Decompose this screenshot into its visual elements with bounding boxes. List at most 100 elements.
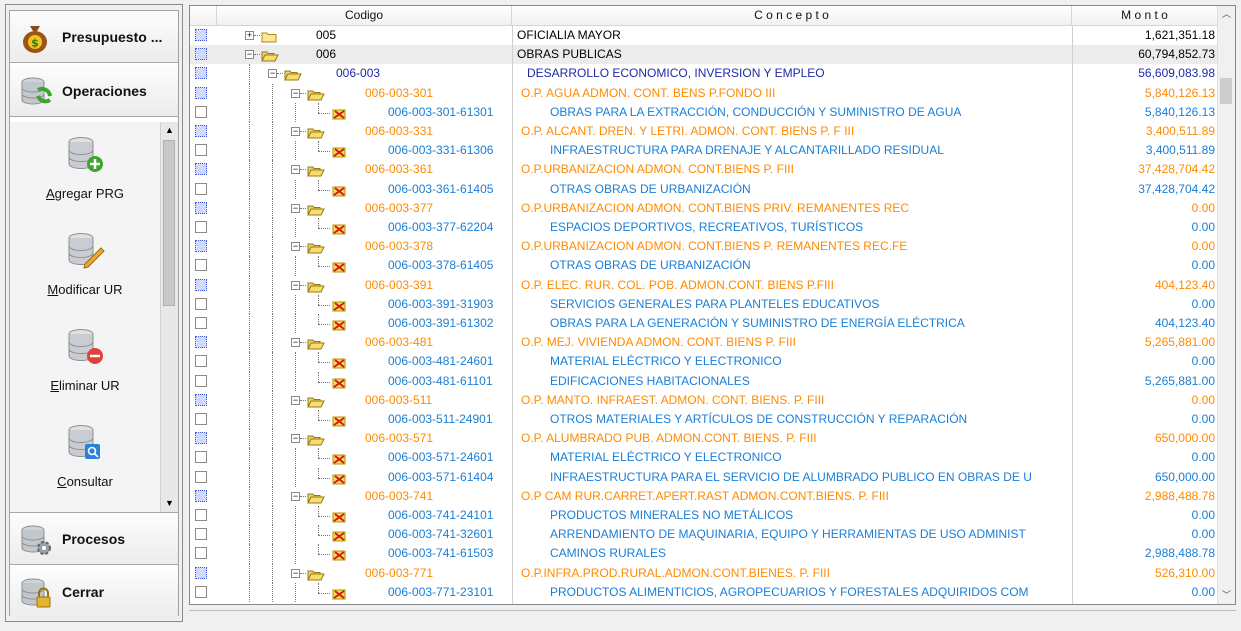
row-checkbox[interactable]	[195, 509, 207, 521]
table-row[interactable]: − 006-003-377 O.P.URBANIZACION ADMON. CONT…	[190, 198, 1220, 218]
header-codigo[interactable]: Codigo	[217, 6, 512, 25]
nav-button-operaciones[interactable]: Operaciones	[10, 65, 178, 117]
table-row[interactable]: 006-003-741-24101 PRODUCTOS MINERALES NO …	[190, 506, 1220, 526]
agregar-prg-button[interactable]: Agregar PRG	[10, 128, 160, 224]
tree-line	[272, 333, 273, 353]
database-refresh-icon	[21, 77, 52, 104]
table-row[interactable]: 006-003-481-61101 EDIFICACIONES HABITACIO…	[190, 371, 1220, 391]
collapse-minus-icon[interactable]: −	[291, 165, 300, 175]
row-checkbox[interactable]	[195, 547, 207, 560]
row-checkbox[interactable]	[195, 432, 207, 445]
row-checkbox[interactable]	[195, 67, 207, 80]
table-row[interactable]: − 006 OBRAS PUBLICAS 60,794,852.73	[190, 45, 1220, 65]
row-checkbox[interactable]	[195, 374, 207, 387]
table-row[interactable]: 006-003-377-62204 ESPACIOS DEPORTIVOS, RE…	[190, 218, 1220, 238]
collapse-minus-icon[interactable]: −	[291, 280, 300, 290]
row-checkbox[interactable]	[195, 86, 207, 99]
tree-line	[272, 122, 273, 142]
collapse-minus-icon[interactable]: −	[291, 568, 300, 578]
table-row[interactable]: 006-003-741-61503 CAMINOS RURALES 2,988,48…	[190, 544, 1220, 564]
collapse-minus-icon[interactable]: −	[291, 242, 300, 252]
row-checkbox[interactable]	[195, 489, 207, 502]
collapse-minus-icon[interactable]: −	[291, 203, 300, 213]
row-checkbox[interactable]	[195, 182, 207, 195]
collapse-minus-icon[interactable]: −	[245, 50, 254, 60]
row-checkbox[interactable]	[195, 201, 207, 214]
row-checkbox[interactable]	[195, 297, 207, 310]
collapse-minus-icon[interactable]: −	[291, 88, 300, 98]
row-monto: 3,400,511.89	[1145, 124, 1215, 138]
grid-scroll-thumb[interactable]	[1220, 78, 1232, 104]
tree-line	[318, 477, 330, 479]
nav-button-procesos[interactable]: Procesos	[10, 513, 178, 565]
row-checkbox[interactable]	[195, 451, 207, 464]
table-row[interactable]: 006-003-481-24601 MATERIAL ELÉCTRICO Y EL…	[190, 352, 1220, 372]
nav-button-cerrar[interactable]: Cerrar	[10, 566, 178, 618]
table-row[interactable]: 006-003-511-24901 OTROS MATERIALES Y ARTÍ…	[190, 410, 1220, 430]
row-concepto: O.P CAM RUR.CARRET.APERT.RAST ADMON.CONT…	[521, 488, 889, 503]
row-checkbox[interactable]	[195, 240, 207, 253]
table-row[interactable]: 006-003-301-61301 OBRAS PARA LA EXTRACCIÓ…	[190, 102, 1220, 122]
grid-vertical-scrollbar[interactable]: ︿ ﹀	[1217, 6, 1235, 604]
collapse-minus-icon[interactable]: −	[291, 395, 300, 405]
table-row[interactable]: 006-003-571-61404 INFRAESTRUCTURA PARA EL…	[190, 467, 1220, 487]
row-checkbox[interactable]	[195, 585, 207, 598]
table-row[interactable]: − 006-003-361 O.P.URBANIZACION ADMON. CONT…	[190, 160, 1220, 180]
table-row[interactable]: − 006-003-378 O.P.URBANIZACION ADMON. CONT…	[190, 237, 1220, 257]
row-checkbox[interactable]	[195, 470, 207, 483]
table-row[interactable]: − 006-003-301 O.P. AGUA ADMON. CONT. BENS …	[190, 83, 1220, 103]
row-checkbox[interactable]	[195, 413, 207, 425]
table-row[interactable]: 006-003-741-32601 ARRENDAMIENTO DE MAQUIN…	[190, 525, 1220, 545]
row-checkbox[interactable]	[195, 355, 207, 368]
table-row[interactable]: − 006-003-391 O.P. ELEC. RUR. COL. POB. AD…	[190, 275, 1220, 295]
table-row[interactable]: +005 OFICIALIA MAYOR 1,621,351.18	[190, 26, 1220, 45]
row-checkbox[interactable]	[195, 105, 207, 118]
scroll-up-arrow-icon[interactable]: ▲	[161, 122, 178, 139]
scroll-up-chevron-icon[interactable]: ︿	[1218, 6, 1235, 23]
table-row[interactable]: 006-003-378-61405 OTRAS OBRAS DE URBANIZA…	[190, 256, 1220, 276]
table-row[interactable]: − 006-003-511 O.P. MANTO. INFRAEST. ADMON.…	[190, 390, 1220, 410]
table-row[interactable]: − 006-003-331 O.P. ALCANT. DREN. Y LETRI. …	[190, 122, 1220, 142]
modificar-ur-button[interactable]: Modificar UR	[10, 224, 160, 320]
nav-button-presupuesto[interactable]: $ Presupuesto ...	[10, 11, 178, 63]
row-checkbox[interactable]	[195, 163, 207, 176]
table-row[interactable]: − 006-003-771 O.P.INFRA.PROD.RURAL.ADMON.C…	[190, 563, 1220, 583]
row-checkbox[interactable]	[195, 29, 207, 41]
table-row[interactable]: − 006-003-481 O.P. MEJ. VIVIENDA ADMON. CO…	[190, 333, 1220, 353]
scroll-down-chevron-icon[interactable]: ﹀	[1218, 587, 1235, 604]
table-row[interactable]: 006-003-391-31903 SERVICIOS GENERALES PAR…	[190, 294, 1220, 314]
consultar-button[interactable]: Consultar	[10, 416, 160, 512]
table-row[interactable]: − 006-003-741 O.P CAM RUR.CARRET.APERT.RAS…	[190, 486, 1220, 506]
collapse-minus-icon[interactable]: −	[291, 338, 300, 348]
scroll-thumb[interactable]	[163, 140, 175, 306]
table-row[interactable]: 006-003-331-61306 INFRAESTRUCTURA PARA DR…	[190, 141, 1220, 161]
row-checkbox[interactable]	[195, 336, 207, 349]
row-checkbox[interactable]	[195, 221, 207, 233]
row-concepto: OFICIALIA MAYOR	[517, 28, 621, 42]
table-row[interactable]: 006-003-391-61302 OBRAS PARA LA GENERACIÓ…	[190, 314, 1220, 334]
row-checkbox[interactable]	[195, 528, 207, 541]
scroll-down-arrow-icon[interactable]: ▼	[161, 495, 178, 512]
row-checkbox[interactable]	[195, 48, 207, 61]
header-concepto[interactable]: C o n c e p t o	[512, 6, 1072, 25]
collapse-minus-icon[interactable]: −	[268, 69, 277, 79]
row-checkbox[interactable]	[195, 566, 207, 579]
eliminar-ur-button[interactable]: Eliminar UR	[10, 320, 160, 416]
row-checkbox[interactable]	[195, 259, 207, 272]
table-row[interactable]: 006-003-361-61405 OTRAS OBRAS DE URBANIZA…	[190, 179, 1220, 199]
table-row[interactable]: − 006-003-571 O.P. ALUMBRADO PUB. ADMON.CO…	[190, 429, 1220, 449]
row-checkbox[interactable]	[195, 144, 207, 157]
expand-plus-icon[interactable]: +	[245, 31, 254, 40]
row-checkbox[interactable]	[195, 393, 207, 406]
collapse-minus-icon[interactable]: −	[291, 491, 300, 501]
row-checkbox[interactable]	[195, 317, 207, 329]
table-row[interactable]: 006-003-771-23101 PRODUCTOS ALIMENTICIOS,…	[190, 582, 1220, 602]
collapse-minus-icon[interactable]: −	[291, 127, 300, 136]
row-checkbox[interactable]	[195, 125, 207, 137]
table-row[interactable]: − 006-003 DESARROLLO ECONOMICO, INVERSION …	[190, 64, 1220, 84]
row-checkbox[interactable]	[195, 278, 207, 291]
subpanel-scrollbar[interactable]: ▲ ▼	[160, 122, 178, 512]
table-row[interactable]: 006-003-571-24601 MATERIAL ELÉCTRICO Y EL…	[190, 448, 1220, 468]
collapse-minus-icon[interactable]: −	[291, 434, 300, 444]
header-monto[interactable]: M o n t o	[1072, 6, 1218, 25]
